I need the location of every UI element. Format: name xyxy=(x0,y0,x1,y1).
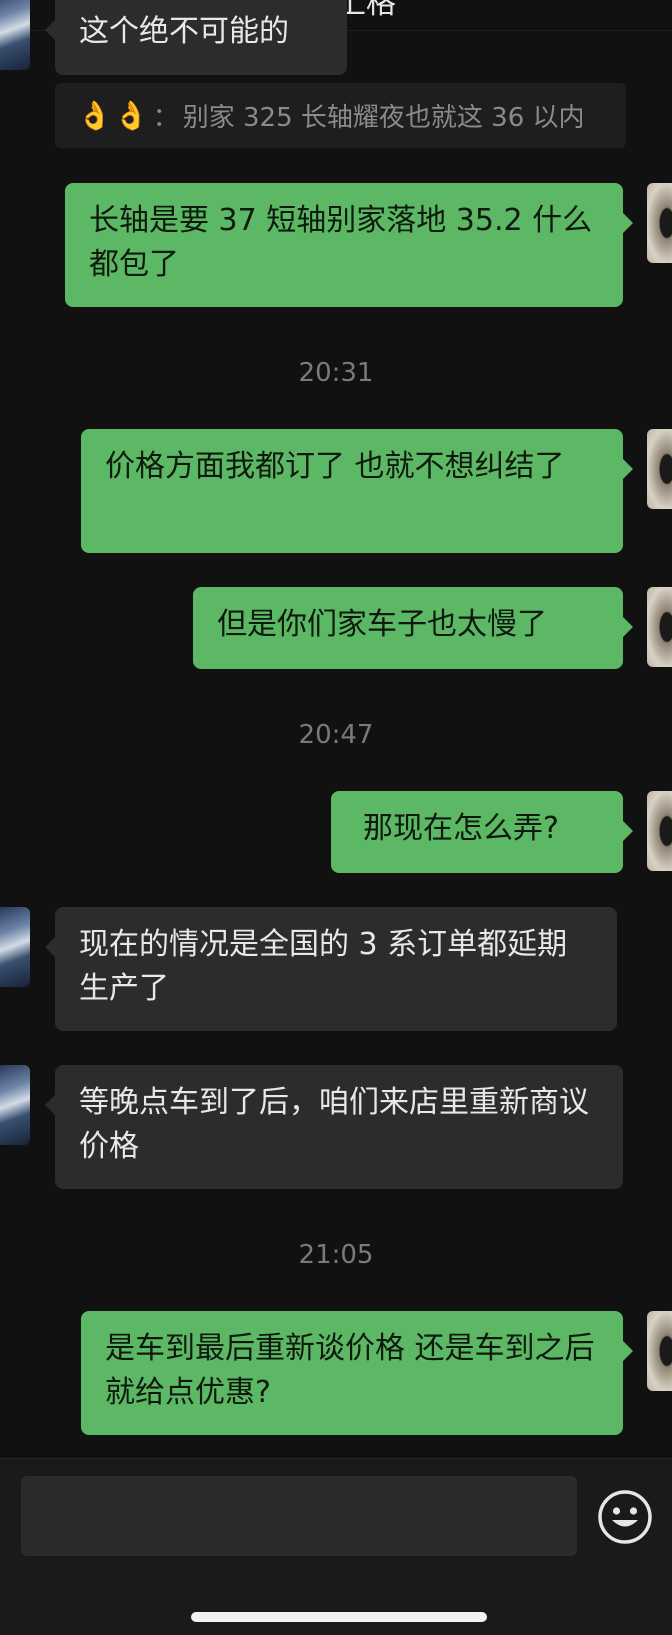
message-text: 那现在怎么弄? xyxy=(363,811,559,846)
message-sent: 是车到最后重新谈价格 还是车到之后就给点优惠? xyxy=(81,1311,633,1435)
message-text: 但是你们家车子也太慢了 xyxy=(217,607,547,642)
message-received: 等晚点车到了后，咱们来店里重新商议价格 xyxy=(45,1065,623,1189)
my-avatar[interactable] xyxy=(647,587,672,667)
quote-separator: ： xyxy=(152,103,179,133)
contact-avatar[interactable] xyxy=(0,0,30,70)
message-text: 这个绝不可能的 xyxy=(79,14,289,49)
message-sent: 那现在怎么弄? xyxy=(331,791,633,873)
message-sent: 但是你们家车子也太慢了 xyxy=(193,587,633,669)
message-input-bar xyxy=(0,1458,672,1635)
my-avatar[interactable] xyxy=(647,183,672,263)
timestamp: 20:31 xyxy=(298,358,374,388)
quote-text: 别家 325 长轴耀夜也就这 36 以内 xyxy=(182,103,585,133)
message-text: 现在的情况是全国的 3 系订单都延期生产了 xyxy=(79,927,568,1006)
message-received: 现在的情况是全国的 3 系订单都延期生产了 xyxy=(45,907,617,1031)
my-avatar[interactable] xyxy=(647,791,672,871)
message-text: 价格方面我都订了 也就不想纠结了 xyxy=(105,449,565,484)
ok-hand-emoji-icon: 👌👌 xyxy=(77,99,151,132)
my-avatar[interactable] xyxy=(647,429,672,509)
timestamp: 21:05 xyxy=(298,1240,374,1270)
message-sent: 长轴是要 37 短轴别家落地 35.2 什么都包了 xyxy=(65,183,633,307)
smiley-face-icon[interactable] xyxy=(597,1489,653,1545)
my-avatar[interactable] xyxy=(647,1311,672,1391)
contact-avatar[interactable] xyxy=(0,1065,30,1145)
message-text: 等晚点车到了后，咱们来店里重新商议价格 xyxy=(79,1085,589,1164)
contact-avatar[interactable] xyxy=(0,907,30,987)
quoted-message[interactable]: 👌👌 ： 别家 325 长轴耀夜也就这 36 以内 xyxy=(55,83,626,148)
message-sent: 价格方面我都订了 也就不想纠结了 xyxy=(81,429,633,553)
timestamp: 20:47 xyxy=(298,720,374,750)
message-received: 这个绝不可能的 xyxy=(45,0,347,75)
message-text: 长轴是要 37 短轴别家落地 35.2 什么都包了 xyxy=(89,203,593,282)
message-input[interactable] xyxy=(21,1476,577,1556)
home-indicator[interactable] xyxy=(191,1612,487,1622)
message-text: 是车到最后重新谈价格 还是车到之后就给点优惠? xyxy=(105,1331,595,1410)
